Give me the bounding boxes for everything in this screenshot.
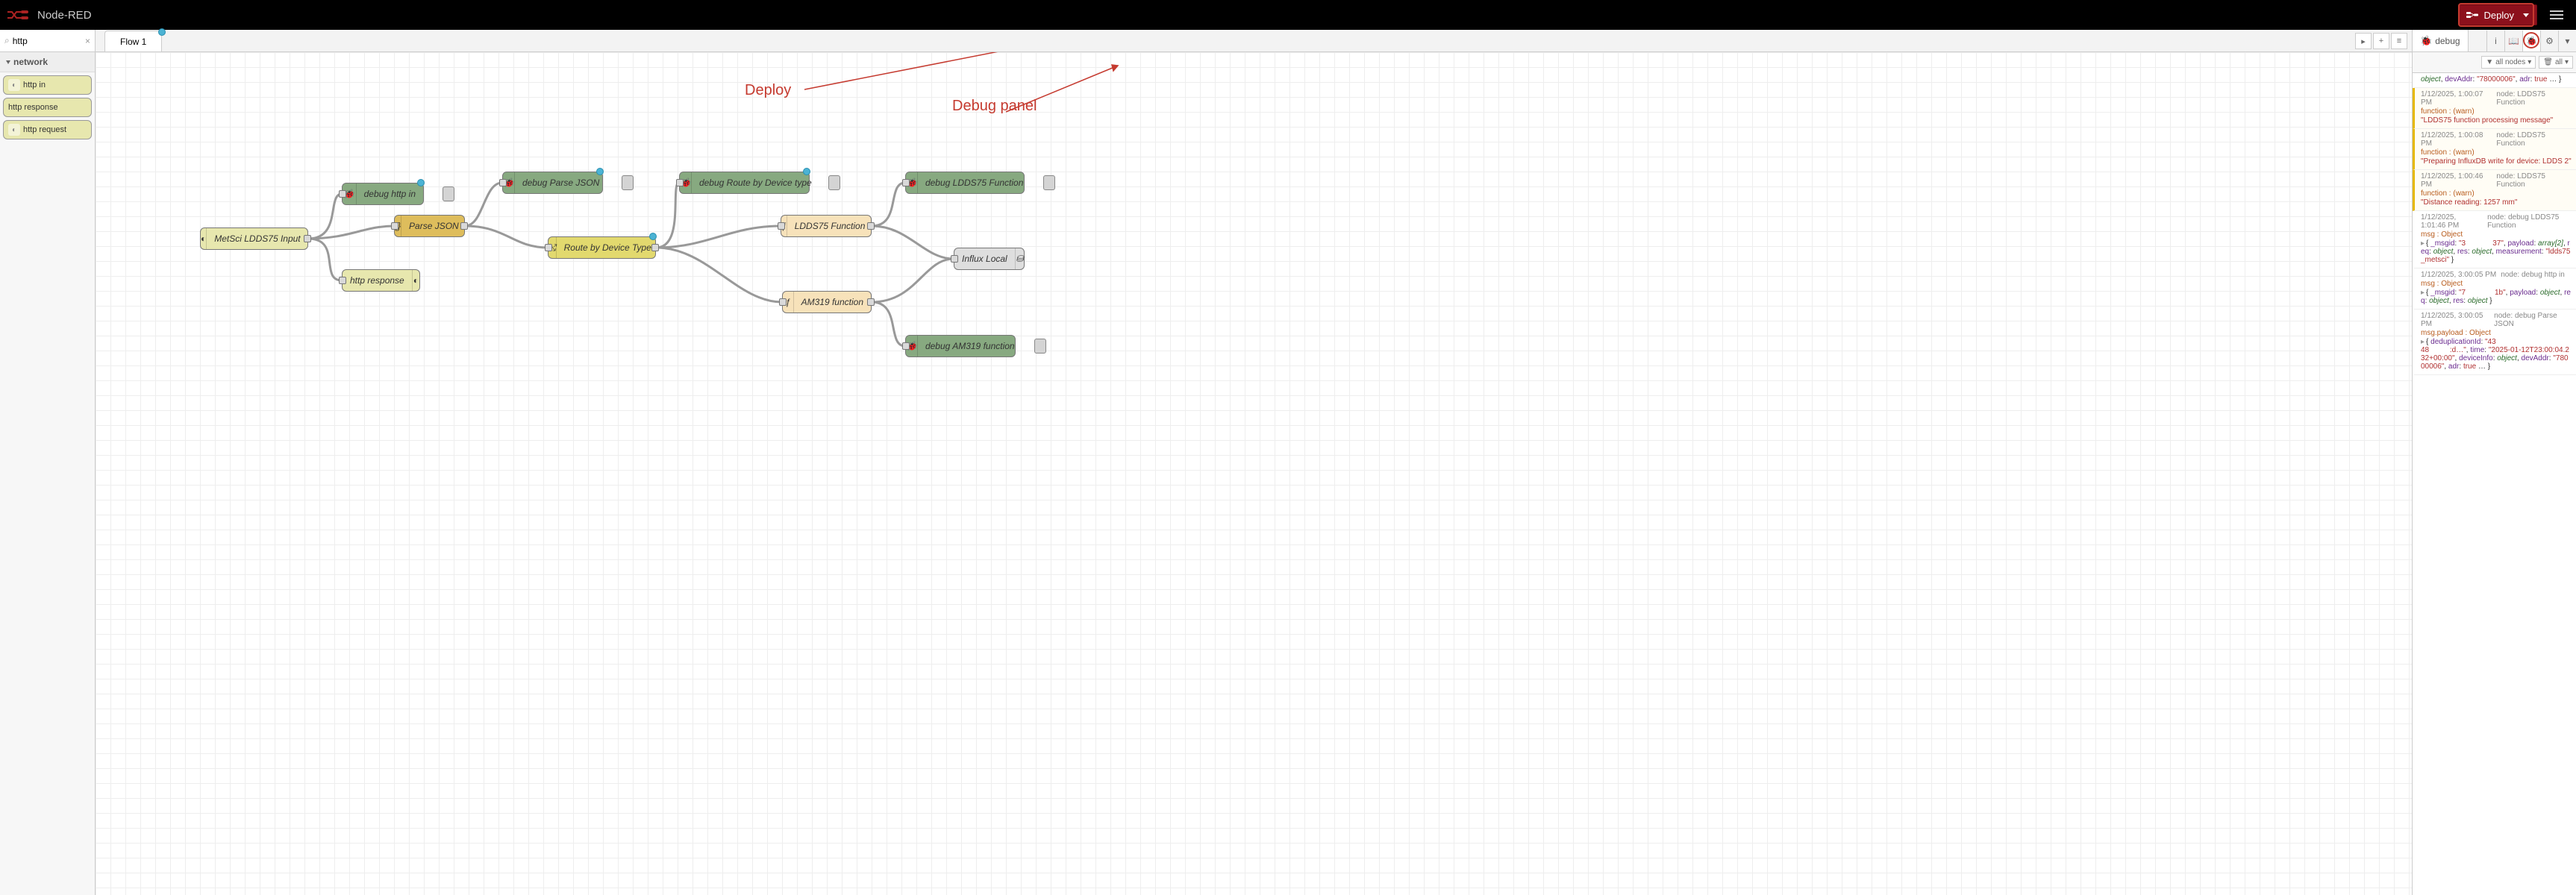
node-am319-function[interactable]: ƒAM319 function xyxy=(782,291,872,313)
caret-down-icon: ▾ xyxy=(2527,58,2531,66)
database-icon: ⛁ xyxy=(1015,248,1024,269)
deploy-button[interactable]: Deploy xyxy=(2458,4,2537,25)
globe-icon: ◐ xyxy=(8,79,20,91)
debug-message[interactable]: 1/12/2025, 1:00:07 PMnode: LDDS75 Functi… xyxy=(2413,88,2576,129)
node-debug-am319[interactable]: 🐞debug AM319 function xyxy=(905,335,1016,357)
debug-message[interactable]: 1/12/2025, 3:00:05 PMnode: debug Parse J… xyxy=(2413,310,2576,375)
palette-node-http-request[interactable]: ◐http request xyxy=(3,120,92,139)
palette-node-http-response[interactable]: http response xyxy=(3,98,92,117)
sidebar-header: 🐞 debug i 📖 🐞 ⚙ ▾ xyxy=(2413,30,2576,52)
annotation-debug-label: Debug panel xyxy=(952,97,1037,115)
tab-flow-1[interactable]: Flow 1 xyxy=(104,31,162,51)
bug-icon: 🐞 xyxy=(2420,35,2432,47)
flow-canvas[interactable]: ◐MetSci LDDS75 Input 🐞debug http in http… xyxy=(96,52,2412,895)
debug-toggle-button[interactable] xyxy=(443,186,454,201)
palette-search: ⌕ × xyxy=(0,30,95,52)
node-influx-local[interactable]: Influx Local⛁ xyxy=(954,248,1025,270)
trash-icon: 🗑 xyxy=(2543,58,2553,66)
debug-filter-button[interactable]: ▼all nodes▾ xyxy=(2481,56,2536,69)
debug-messages[interactable]: object, devAddr: "78000006", adr: true …… xyxy=(2413,73,2576,895)
sidebar-help-button[interactable]: 📖 xyxy=(2504,31,2522,51)
globe-icon: ◐ xyxy=(412,270,419,291)
palette-node-http-in[interactable]: ◐http in xyxy=(3,75,92,95)
tab-add-button[interactable]: + xyxy=(2373,33,2389,49)
node-parse-json[interactable]: {}Parse JSON xyxy=(394,215,465,237)
clear-search-icon[interactable]: × xyxy=(85,36,90,46)
deploy-icon xyxy=(2466,10,2478,19)
debug-clear-button[interactable]: 🗑all▾ xyxy=(2539,56,2573,69)
node-debug-route[interactable]: 🐞debug Route by Device type xyxy=(679,172,810,194)
unsaved-changes-dot-icon xyxy=(158,28,166,36)
sidebar-tab-debug[interactable]: 🐞 debug xyxy=(2413,30,2469,51)
search-icon: ⌕ xyxy=(4,35,10,46)
palette-sidebar: ⌕ × network ◐http in http response ◐http… xyxy=(0,30,96,895)
tab-list-button[interactable]: ▸ xyxy=(2355,33,2372,49)
app-header: Node-RED Deploy xyxy=(0,0,2576,30)
globe-icon: ◐ xyxy=(8,124,20,136)
node-debug-parse-json[interactable]: 🐞debug Parse JSON xyxy=(502,172,603,194)
main-menu-button[interactable] xyxy=(2543,1,2570,28)
flow-tabs: Flow 1 ▸ + ≡ xyxy=(96,30,2412,52)
deploy-label: Deploy xyxy=(2484,10,2514,21)
sidebar-info-button[interactable]: i xyxy=(2486,31,2504,51)
debug-toggle-button[interactable] xyxy=(1034,339,1046,354)
tab-menu-button[interactable]: ≡ xyxy=(2391,33,2407,49)
sidebar-debug-button[interactable]: 🐞 xyxy=(2522,31,2540,51)
node-route-by-device[interactable]: ⤭Route by Device Type xyxy=(548,236,656,259)
sidebar-config-button[interactable]: ⚙ xyxy=(2540,31,2558,51)
debug-message[interactable]: 1/12/2025, 3:00:05 PMnode: debug http in… xyxy=(2413,268,2576,310)
debug-message[interactable]: 1/12/2025, 1:01:46 PMnode: debug LDDS75 … xyxy=(2413,211,2576,268)
node-metsci-input[interactable]: ◐MetSci LDDS75 Input xyxy=(200,227,308,250)
caret-down-icon xyxy=(2523,13,2529,17)
debug-toggle-button[interactable] xyxy=(622,175,634,190)
debug-message[interactable]: 1/12/2025, 1:00:46 PMnode: LDDS75 Functi… xyxy=(2413,170,2576,211)
filter-icon: ▼ xyxy=(2486,58,2493,66)
debug-toggle-button[interactable] xyxy=(1043,175,1055,190)
caret-down-icon: ▾ xyxy=(2565,58,2569,66)
debug-toggle-button[interactable] xyxy=(828,175,840,190)
node-http-response[interactable]: http response◐ xyxy=(342,269,420,292)
node-ldds75-function[interactable]: ƒLDDS75 Function xyxy=(781,215,872,237)
globe-icon: ◐ xyxy=(201,228,207,249)
palette-category-network[interactable]: network xyxy=(0,52,95,72)
node-debug-ldds75[interactable]: 🐞debug LDDS75 Function xyxy=(905,172,1025,194)
debug-toolbar: ▼all nodes▾ 🗑all▾ xyxy=(2413,52,2576,73)
sidebar-dropdown-button[interactable]: ▾ xyxy=(2558,31,2576,51)
debug-message[interactable]: 1/12/2025, 1:00:08 PMnode: LDDS75 Functi… xyxy=(2413,129,2576,170)
annotation-circle xyxy=(2523,32,2539,48)
palette-search-input[interactable] xyxy=(13,36,85,46)
debug-sidebar: 🐞 debug i 📖 🐞 ⚙ ▾ ▼all nodes▾ 🗑all▾ obje… xyxy=(2412,30,2576,895)
workspace: Flow 1 ▸ + ≡ xyxy=(96,30,2412,895)
app-title: Node-RED xyxy=(37,9,92,22)
annotation-deploy-label: Deploy xyxy=(745,82,791,99)
node-debug-http-in[interactable]: 🐞debug http in xyxy=(342,183,424,205)
debug-message[interactable]: object, devAddr: "78000006", adr: true …… xyxy=(2413,73,2576,88)
nodered-logo-icon xyxy=(6,9,30,21)
